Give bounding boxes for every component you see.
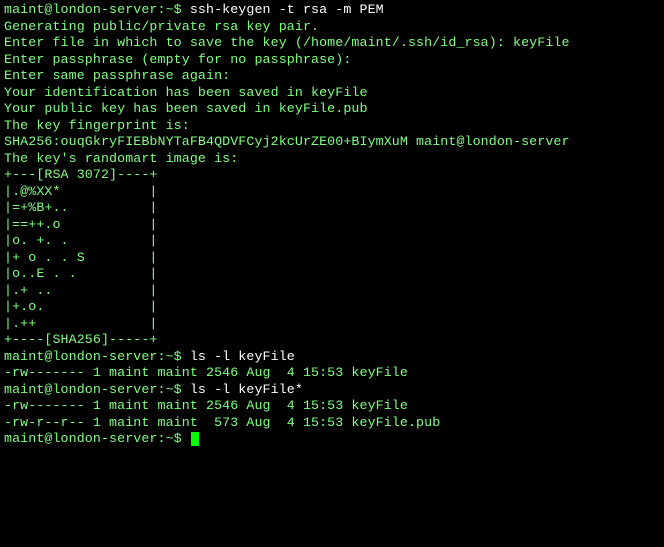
terminal-line: -rw-r--r-- 1 maint maint 573 Aug 4 15:53… [4, 415, 660, 432]
shell-output: Your public key has been saved in keyFil… [4, 101, 368, 116]
terminal-line: |=+%B+.. | [4, 200, 660, 217]
terminal-line: |+ o . . S | [4, 250, 660, 267]
shell-output: -rw------- 1 maint maint 2546 Aug 4 15:5… [4, 398, 408, 413]
terminal[interactable]: maint@london-server:~$ ssh-keygen -t rsa… [0, 0, 664, 450]
shell-output: Generating public/private rsa key pair. [4, 19, 319, 34]
terminal-line: Generating public/private rsa key pair. [4, 19, 660, 36]
shell-output: |==++.o | [4, 217, 158, 232]
shell-output: Enter passphrase (empty for no passphras… [4, 52, 351, 67]
shell-output: Your identification has been saved in ke… [4, 85, 368, 100]
terminal-line: Enter passphrase (empty for no passphras… [4, 52, 660, 69]
shell-output: The key fingerprint is: [4, 118, 190, 133]
terminal-line: |+.o. | [4, 299, 660, 316]
terminal-line: +----[SHA256]-----+ [4, 332, 660, 349]
terminal-line: maint@london-server:~$ [4, 431, 660, 448]
shell-output: +---[RSA 3072]----+ [4, 167, 158, 182]
shell-command: ls -l keyFile [190, 349, 295, 364]
terminal-line: Enter file in which to save the key (/ho… [4, 35, 660, 52]
shell-output: |.+ .. | [4, 283, 158, 298]
shell-output: Enter file in which to save the key (/ho… [4, 35, 570, 50]
shell-output: |+.o. | [4, 299, 158, 314]
terminal-line: -rw------- 1 maint maint 2546 Aug 4 15:5… [4, 398, 660, 415]
shell-command: ls -l keyFile* [190, 382, 303, 397]
terminal-line: |o..E . . | [4, 266, 660, 283]
terminal-line: Your public key has been saved in keyFil… [4, 101, 660, 118]
terminal-line: maint@london-server:~$ ls -l keyFile* [4, 382, 660, 399]
shell-prompt: maint@london-server:~$ [4, 349, 190, 364]
terminal-line: The key's randomart image is: [4, 151, 660, 168]
cursor-icon [191, 432, 199, 446]
terminal-line: SHA256:ouqGkryFIEBbNYTaFB4QDVFCyj2kcUrZE… [4, 134, 660, 151]
shell-output: SHA256:ouqGkryFIEBbNYTaFB4QDVFCyj2kcUrZE… [4, 134, 570, 149]
shell-output: Enter same passphrase again: [4, 68, 230, 83]
shell-output: |o. +. . | [4, 233, 158, 248]
terminal-line: maint@london-server:~$ ls -l keyFile [4, 349, 660, 366]
terminal-line: |.++ | [4, 316, 660, 333]
terminal-line: |==++.o | [4, 217, 660, 234]
shell-output: -rw-r--r-- 1 maint maint 573 Aug 4 15:53… [4, 415, 440, 430]
terminal-line: |o. +. . | [4, 233, 660, 250]
shell-prompt: maint@london-server:~$ [4, 431, 190, 446]
shell-output: |.++ | [4, 316, 158, 331]
terminal-line: Your identification has been saved in ke… [4, 85, 660, 102]
shell-prompt: maint@london-server:~$ [4, 382, 190, 397]
shell-output: |o..E . . | [4, 266, 158, 281]
shell-output: |+ o . . S | [4, 250, 158, 265]
shell-command: ssh-keygen -t rsa -m PEM [190, 2, 384, 17]
shell-output: +----[SHA256]-----+ [4, 332, 158, 347]
shell-output: |.@%XX* | [4, 184, 158, 199]
terminal-line: The key fingerprint is: [4, 118, 660, 135]
shell-output: The key's randomart image is: [4, 151, 238, 166]
terminal-line: +---[RSA 3072]----+ [4, 167, 660, 184]
terminal-line: |.@%XX* | [4, 184, 660, 201]
terminal-line: -rw------- 1 maint maint 2546 Aug 4 15:5… [4, 365, 660, 382]
shell-prompt: maint@london-server:~$ [4, 2, 190, 17]
terminal-line: |.+ .. | [4, 283, 660, 300]
terminal-line: Enter same passphrase again: [4, 68, 660, 85]
shell-output: |=+%B+.. | [4, 200, 158, 215]
terminal-line: maint@london-server:~$ ssh-keygen -t rsa… [4, 2, 660, 19]
shell-output: -rw------- 1 maint maint 2546 Aug 4 15:5… [4, 365, 408, 380]
